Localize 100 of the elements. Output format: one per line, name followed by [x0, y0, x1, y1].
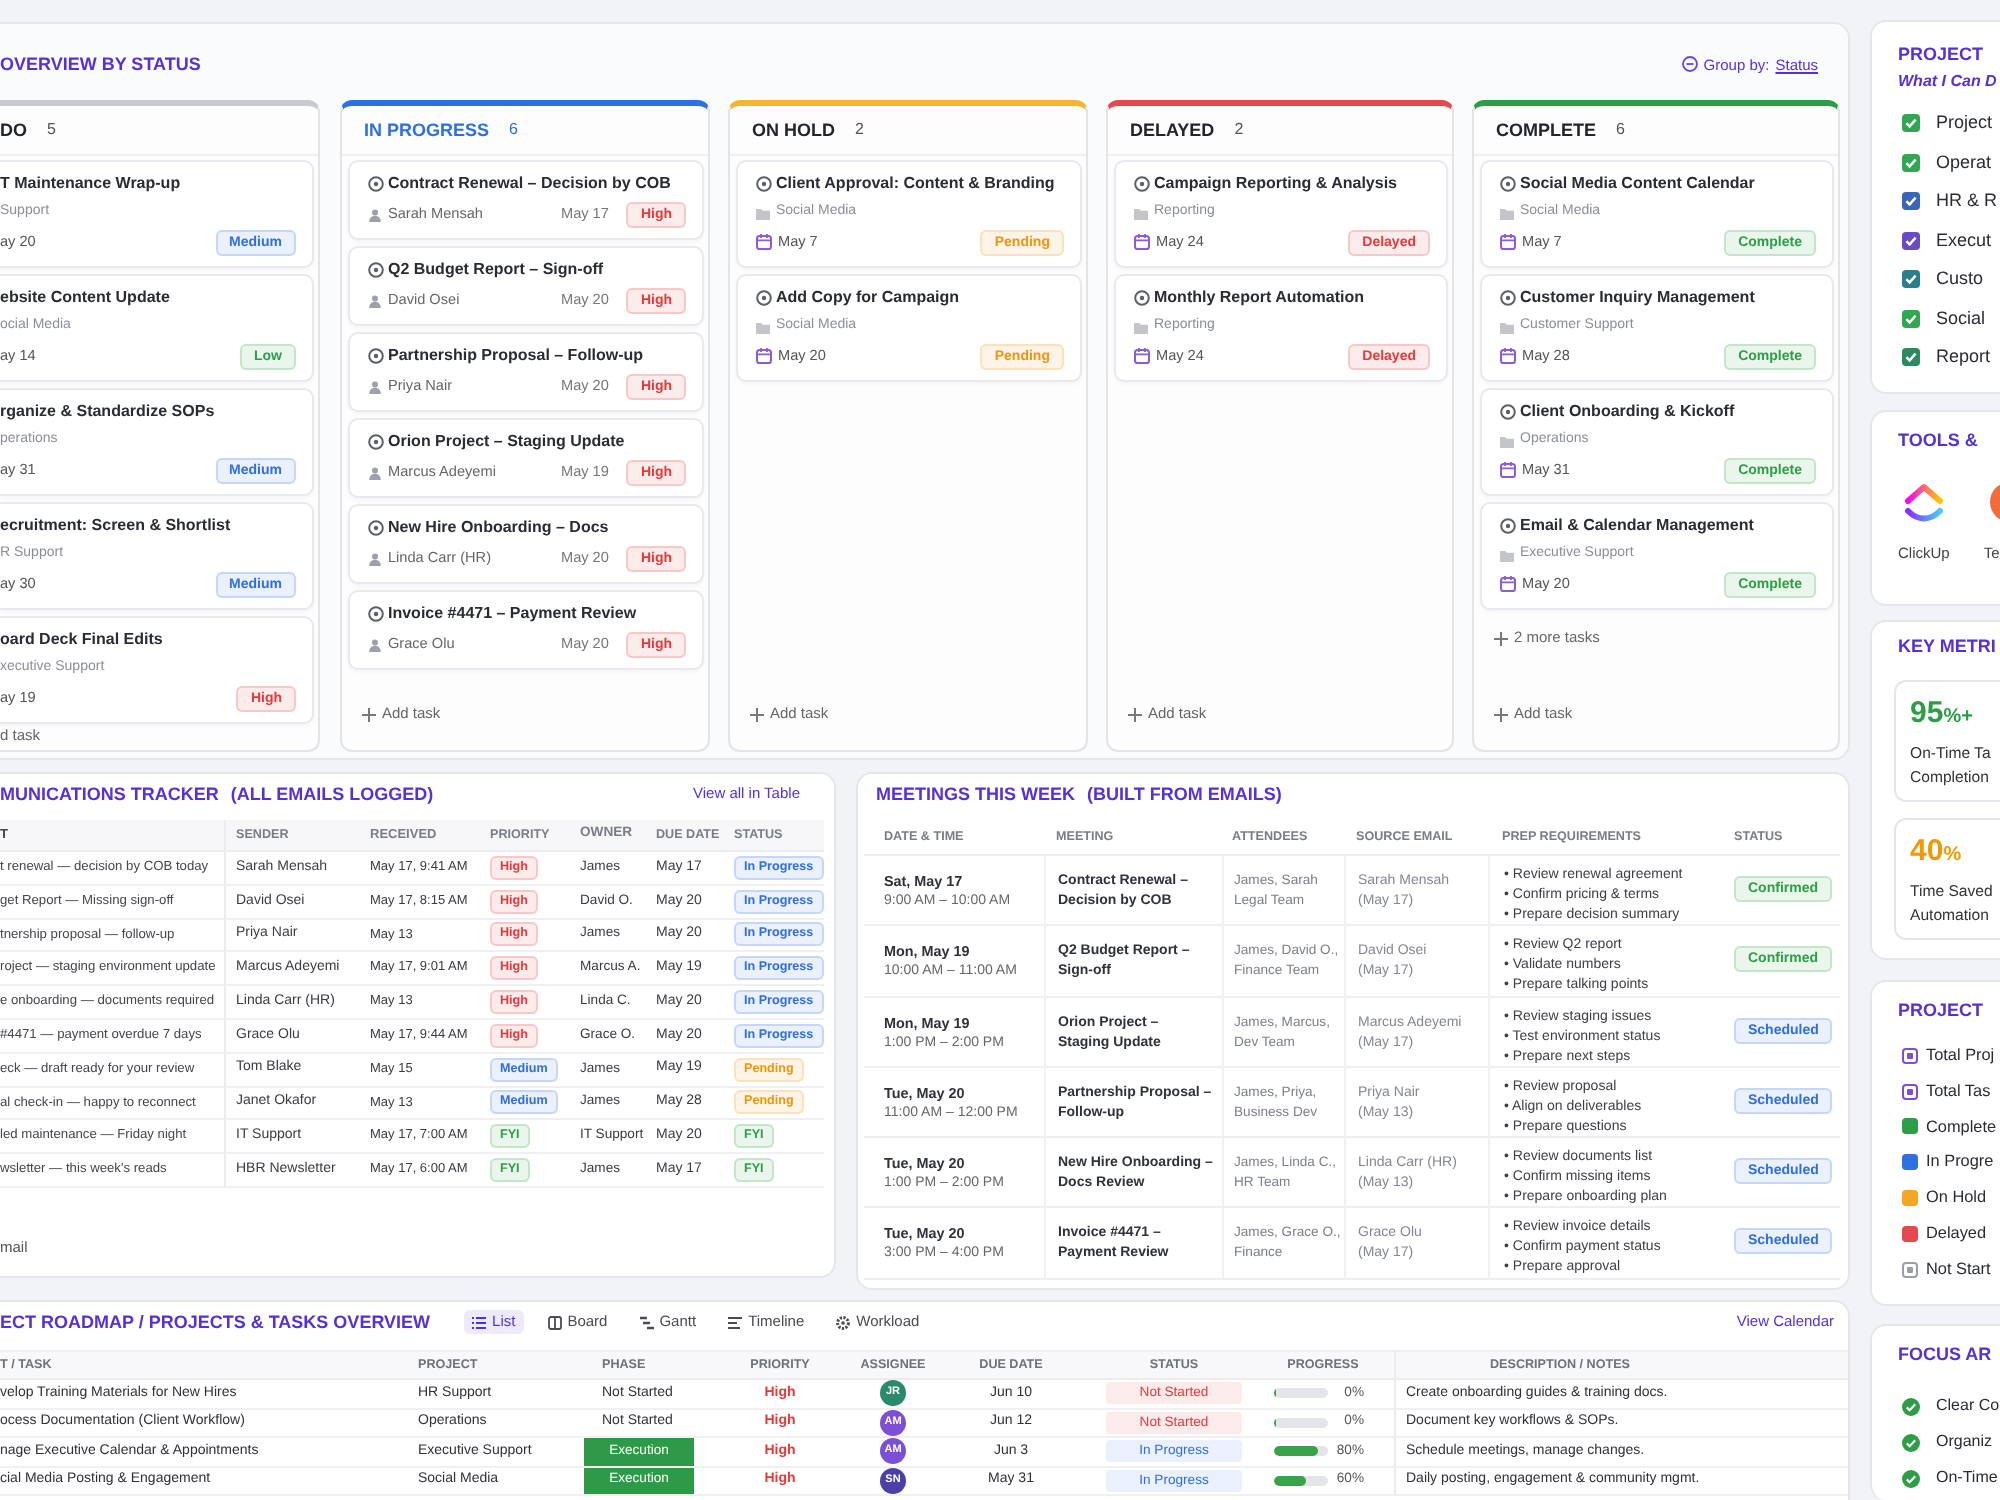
status-label: Total Proj	[1926, 1045, 1995, 1066]
checklist-label: Social	[1936, 307, 1986, 330]
user-icon	[368, 207, 382, 221]
user-icon	[368, 293, 382, 307]
status-label: In Progre	[1926, 1152, 1994, 1173]
metric-value: 40%	[1910, 834, 1964, 872]
chevrons-logo-icon	[1902, 480, 1946, 524]
card-title: Email & Calendar Management	[1520, 516, 1754, 536]
panel-title: PROJECT	[1898, 998, 1986, 1022]
card-title: Orion Project – Staging Update	[388, 432, 625, 452]
column-title: IN PROGRESS	[364, 119, 490, 141]
column-count: 5	[47, 120, 56, 140]
card-title: oard Deck Final Edits	[0, 630, 163, 650]
status-circle-icon	[368, 520, 384, 536]
focus-label: Organiz	[1936, 1432, 1993, 1452]
checkbox[interactable]	[1902, 309, 1920, 328]
card-title: Partnership Proposal – Follow-up	[388, 346, 644, 366]
status-circle-icon	[368, 434, 384, 450]
column-title: DELAYED	[1130, 119, 1215, 141]
calendar-icon	[1500, 348, 1516, 364]
folder-icon	[1134, 321, 1148, 333]
column-count: 6	[1616, 120, 1625, 140]
checklist-label: Report	[1936, 346, 1991, 369]
lines-icon	[728, 1315, 743, 1329]
column-title: ON HOLD	[752, 119, 835, 141]
status-circle-icon	[1500, 176, 1516, 192]
list-icon	[472, 1315, 487, 1329]
column-count: 2	[1234, 120, 1244, 140]
plus-icon	[1494, 631, 1508, 645]
focus-label: Clear Co	[1936, 1396, 2000, 1416]
card-title: Client Onboarding & Kickoff	[1520, 402, 1735, 422]
checkbox[interactable]	[1902, 270, 1920, 289]
panel-title: TOOLS &	[1898, 428, 1980, 452]
folder-icon	[1500, 549, 1514, 561]
column-title: COMPLETE	[1496, 119, 1597, 141]
calendar-icon	[1500, 576, 1516, 592]
card-title: rganize & Standardize SOPs	[0, 402, 215, 422]
card-title: Monthly Report Automation	[1154, 288, 1365, 308]
panel-subtitle: What I Can D	[1898, 70, 1999, 94]
panel-title: KEY METRI	[1898, 634, 1998, 658]
status-circle-icon	[368, 606, 384, 622]
bars-icon	[639, 1315, 654, 1329]
status-label: Not Start	[1926, 1259, 1991, 1280]
user-icon	[368, 465, 382, 479]
card-title: Campaign Reporting & Analysis	[1154, 174, 1397, 194]
calendar-icon	[1500, 462, 1516, 478]
card-title: ecruitment: Screen & Shortlist	[0, 516, 231, 536]
checkbox[interactable]	[1902, 192, 1920, 211]
folder-icon	[1134, 207, 1148, 219]
status-label: Delayed	[1926, 1223, 1987, 1244]
section-title: MUNICATIONS TRACKER	[0, 782, 219, 806]
status-circle-icon	[756, 290, 772, 306]
status-circle-icon	[368, 176, 384, 192]
user-icon	[368, 637, 382, 651]
plus-icon	[1494, 707, 1508, 721]
column-count: 2	[855, 120, 864, 140]
checklist-label: Project	[1936, 112, 1993, 135]
card-title: Client Approval: Content & Branding	[776, 174, 1055, 194]
section-title: ECT ROADMAP / PROJECTS & TASKS OVERVIEW	[0, 1310, 431, 1334]
plus-icon	[750, 707, 764, 721]
status-label: On Hold	[1926, 1188, 1987, 1208]
checkbox[interactable]	[1902, 153, 1920, 172]
status-circle-icon	[1500, 404, 1516, 420]
group-icon	[1681, 56, 1698, 72]
columns-icon	[547, 1315, 562, 1329]
user-icon	[368, 379, 382, 393]
calendar-icon	[1500, 234, 1516, 250]
checkbox[interactable]	[1902, 114, 1920, 133]
column-title: DO	[0, 119, 27, 141]
gear-icon	[836, 1315, 851, 1329]
folder-icon	[1500, 321, 1514, 333]
panel-title: PROJECT	[1898, 42, 1986, 66]
card-title: Invoice #4471 – Payment Review	[388, 604, 637, 624]
checklist-label: Execut	[1936, 229, 1992, 252]
status-circle-icon	[1500, 290, 1516, 306]
card-title: Contract Renewal – Decision by COB	[388, 174, 671, 194]
card-title: T Maintenance Wrap-up	[0, 174, 181, 194]
section-subtitle: (BUILT FROM EMAILS)	[1087, 782, 1282, 806]
status-label: Total Tas	[1926, 1081, 1991, 1102]
folder-icon	[756, 207, 770, 219]
card-title: Add Copy for Campaign	[776, 288, 960, 308]
card-title: ebsite Content Update	[0, 288, 170, 308]
status-circle-icon	[1134, 290, 1150, 306]
status-circle-icon	[368, 348, 384, 364]
checkbox[interactable]	[1902, 348, 1920, 367]
calendar-icon	[1134, 348, 1150, 364]
section-title: OVERVIEW BY STATUS	[0, 52, 201, 76]
card-title: New Hire Onboarding – Docs	[388, 518, 609, 538]
panel-title: FOCUS AR	[1898, 1342, 1994, 1366]
status-circle-icon	[756, 176, 772, 192]
card-title: Social Media Content Calendar	[1520, 174, 1755, 194]
folder-icon	[1500, 207, 1514, 219]
calendar-icon	[756, 234, 772, 250]
status-circle-icon	[1134, 176, 1150, 192]
checkbox[interactable]	[1902, 231, 1920, 250]
plus-icon	[1128, 707, 1142, 721]
plus-icon	[362, 707, 376, 721]
section-subtitle: (ALL EMAILS LOGGED)	[230, 782, 434, 806]
status-circle-icon	[1500, 518, 1516, 534]
column-count: 6	[509, 120, 518, 140]
